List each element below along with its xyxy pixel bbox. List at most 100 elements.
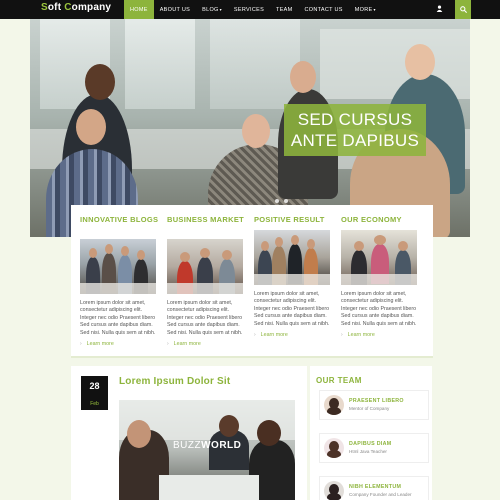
thumb-person-head (307, 239, 315, 249)
nav-item-services[interactable]: SERVICES (228, 0, 270, 19)
thumb-person-head (222, 250, 232, 260)
brand-letter-s: S (41, 2, 48, 13)
chevron-down-icon: ▾ (373, 7, 376, 12)
nav-item-label: HOME (130, 6, 148, 13)
member-info: NIBH ELEMENTUM Company Founder and Leade… (349, 484, 412, 498)
thumb-person-head (275, 237, 283, 247)
brand-word-company: ompany (71, 2, 112, 13)
chevron-right-icon: › (341, 332, 343, 339)
feature-column: INNOVATIVE BLOGS Lorem ipsum dolor sit a… (80, 215, 167, 356)
avatar (324, 438, 344, 458)
avatar-figure (327, 493, 341, 500)
avatar (324, 395, 344, 415)
hero-dot[interactable] (284, 199, 288, 203)
thumb-person-head (121, 246, 129, 256)
nav-item-label: MORE (354, 6, 373, 13)
search-icon (459, 6, 467, 13)
chevron-right-icon: › (254, 332, 256, 339)
thumb-person-head (180, 252, 190, 262)
nav-item-about-us[interactable]: ABOUT US (154, 0, 196, 19)
chevron-right-icon: › (80, 341, 82, 348)
hero-person-head (76, 109, 106, 145)
thumb-person-head (354, 241, 364, 251)
team-heading: OUR TEAM (316, 376, 362, 385)
learn-more-link[interactable]: › Learn more (167, 341, 254, 347)
thumb-person-head (137, 250, 145, 260)
hero-person-head (85, 64, 115, 100)
learn-more-label: Learn more (260, 332, 288, 339)
member-name: DAPIBUS DIAM (349, 441, 392, 447)
feature-image[interactable] (254, 230, 330, 285)
post-image-label: BUZZWORLD (173, 440, 242, 451)
avatar (324, 481, 344, 500)
member-name: PRAESENT LIBERO (349, 398, 404, 404)
user-icon[interactable] (434, 5, 444, 15)
date-badge: 28 Feb (81, 376, 108, 410)
feature-title[interactable]: OUR ECONOMY (341, 215, 428, 225)
learn-more-link[interactable]: › Learn more (254, 332, 341, 338)
thumb-person-head (291, 235, 299, 245)
nav-item-blog[interactable]: BLOG ▾ (196, 0, 228, 19)
hero-person-head (290, 61, 316, 93)
hero-window (210, 19, 300, 109)
post-image[interactable]: BUZZWORLD (119, 400, 295, 500)
nav-item-label: BLOG (202, 6, 219, 13)
feature-title[interactable]: POSITIVE RESULT (254, 215, 341, 225)
chevron-right-icon: › (167, 341, 169, 348)
feature-text: Lorem ipsum dolor sit amet, consectetur … (167, 300, 243, 336)
hero-dot[interactable] (275, 199, 279, 203)
avatar-figure (327, 407, 341, 415)
post-title[interactable]: Lorem Ipsum Dolor Sit (119, 376, 230, 387)
hero-pagination (275, 199, 288, 203)
team-panel: OUR TEAM PRAESENT LIBERO Mentor of Compa… (310, 366, 432, 500)
feature-title[interactable]: INNOVATIVE BLOGS (80, 215, 167, 234)
feature-image[interactable] (341, 230, 417, 285)
nav-item-label: CONTACT US (304, 6, 343, 13)
member-info: DAPIBUS DIAM Html Java Teacher (349, 441, 391, 455)
blog-post-card: 28 Feb Lorem Ipsum Dolor Sit BUZZWORLD (71, 366, 307, 500)
learn-more-label: Learn more (347, 332, 375, 339)
feature-title[interactable]: BUSINESS MARKET (167, 215, 254, 234)
learn-more-link[interactable]: › Learn more (341, 332, 428, 338)
nav-item-label: TEAM (276, 6, 293, 13)
feature-column: OUR ECONOMY Lorem ipsum dolor sit amet, … (341, 215, 428, 356)
member-role: Html Java Teacher (349, 449, 387, 454)
feature-column: POSITIVE RESULT Lorem ipsum dolor sit am… (254, 215, 341, 356)
post-image-person-head (127, 420, 151, 448)
member-name: NIBH ELEMENTUM (349, 484, 402, 490)
features-panel: INNOVATIVE BLOGS Lorem ipsum dolor sit a… (71, 205, 433, 358)
thumb-person-head (398, 241, 408, 251)
hero-person-head (242, 114, 270, 148)
nav-item-home[interactable]: HOME (124, 0, 154, 19)
thumb-person-head (105, 244, 113, 254)
nav-item-label: SERVICES (233, 6, 265, 13)
avatar-figure (327, 450, 341, 458)
nav-item-label: ABOUT US (159, 6, 191, 13)
thumb-person-head (200, 248, 210, 258)
user-icon-glyph (436, 5, 442, 12)
brand-logo[interactable]: Soft Company (41, 2, 111, 13)
hero-caption-line2: ANTE DAPIBUS (290, 131, 420, 150)
team-member-card[interactable]: NIBH ELEMENTUM Company Founder and Leade… (319, 476, 429, 500)
top-navbar: Soft Company HOME ABOUT US BLOG ▾ SERVICES TE… (0, 0, 500, 19)
thumb-desk (254, 274, 330, 285)
thumb-person-head (89, 248, 97, 258)
feature-text: Lorem ipsum dolor sit amet, consectetur … (80, 300, 156, 336)
feature-text: Lorem ipsum dolor sit amet, consectetur … (254, 291, 330, 327)
chevron-down-icon: ▾ (219, 7, 222, 12)
team-member-card[interactable]: PRAESENT LIBERO Mentor of Company (319, 390, 429, 420)
team-member-card[interactable]: DAPIBUS DIAM Html Java Teacher (319, 433, 429, 463)
date-month: Feb (90, 401, 99, 407)
nav-item-contact-us[interactable]: CONTACT US (299, 0, 349, 19)
feature-image[interactable] (167, 239, 243, 294)
thumb-desk (341, 274, 417, 285)
nav-item-team[interactable]: TEAM (270, 0, 298, 19)
hero-caption-line1: SED CURSUS (297, 110, 413, 129)
search-button[interactable] (455, 0, 471, 19)
post-image-person-head (257, 420, 281, 446)
feature-image[interactable] (80, 239, 156, 294)
thumb-desk (80, 283, 156, 294)
learn-more-link[interactable]: › Learn more (80, 341, 167, 347)
thumb-desk (167, 283, 243, 294)
nav-item-more[interactable]: MORE ▾ (349, 0, 382, 19)
